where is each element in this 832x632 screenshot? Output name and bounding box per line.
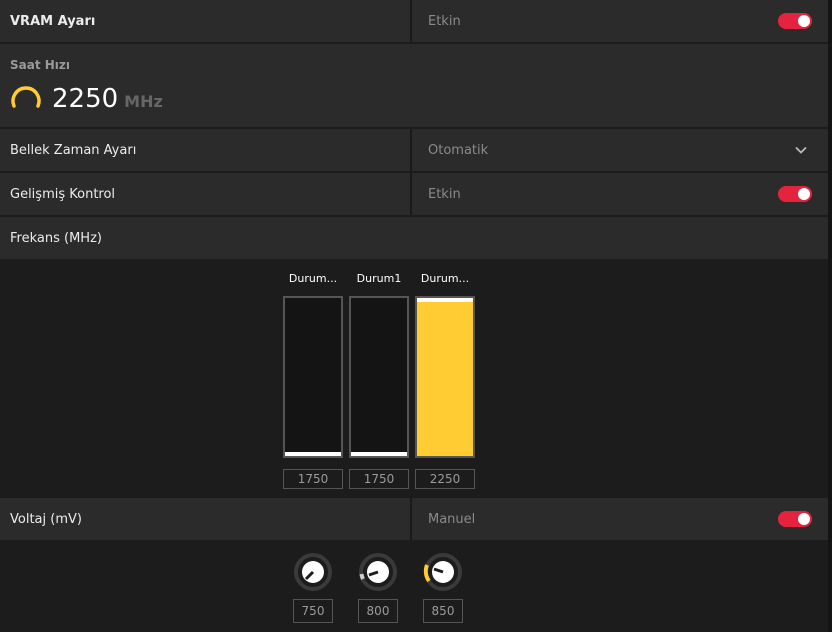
vram-state-text: Etkin <box>428 13 461 29</box>
toggle-knob <box>798 513 810 525</box>
voltage-value-input[interactable]: 800 <box>358 599 398 623</box>
memory-timing-dropdown[interactable]: Otomatik <box>412 129 828 171</box>
freq-state-name: Durum1 <box>356 272 402 285</box>
vram-row: VRAM Ayarı Etkin <box>0 0 828 42</box>
clock-unit: MHz <box>124 92 163 111</box>
advanced-toggle[interactable] <box>778 186 812 202</box>
freq-value-input[interactable]: 1750 <box>283 469 343 489</box>
freq-state-bar[interactable] <box>349 296 409 458</box>
advanced-control-row: Gelişmiş Kontrol Etkin <box>0 173 828 215</box>
advanced-control-state: Etkin <box>412 173 828 215</box>
voltage-label: Voltaj (mV) <box>10 511 82 527</box>
chevron-down-icon <box>795 146 807 154</box>
memory-timing-label: Bellek Zaman Ayarı <box>10 142 137 158</box>
clock-readout: 2250 MHz <box>52 84 163 114</box>
clock-gauge-icon <box>11 86 41 108</box>
voltage-row: Voltaj (mV) Manuel <box>0 498 828 540</box>
memory-timing-value: Otomatik <box>428 142 489 158</box>
voltage-value-input[interactable]: 850 <box>423 599 463 623</box>
freq-state-name: Durum... <box>420 272 470 285</box>
voltage-dial-knob[interactable] <box>358 552 398 592</box>
freq-bar-handle[interactable] <box>351 452 407 456</box>
clock-label: Saat Hızı <box>10 58 71 72</box>
voltage-toggle[interactable] <box>778 511 812 527</box>
voltage-dial-knob[interactable] <box>423 552 463 592</box>
advanced-control-label: Gelişmiş Kontrol <box>10 186 116 202</box>
freq-bar-handle[interactable] <box>417 298 473 302</box>
toggle-knob <box>798 188 810 200</box>
frequency-header: Frekans (MHz) <box>0 217 828 259</box>
freq-value-input[interactable]: 1750 <box>349 469 409 489</box>
freq-state-bar[interactable] <box>415 296 475 458</box>
voltage-mode-text: Manuel <box>428 511 476 527</box>
frequency-label: Frekans (MHz) <box>10 230 102 246</box>
clock-value: 2250 <box>52 84 119 114</box>
freq-state-bar[interactable] <box>283 296 343 458</box>
scrollbar[interactable] <box>828 0 832 632</box>
voltage-value-input[interactable]: 750 <box>293 599 333 623</box>
vram-toggle[interactable] <box>778 13 812 29</box>
vram-state: Etkin <box>412 0 828 42</box>
freq-bar-fill <box>417 302 473 456</box>
voltage-dial-knob[interactable] <box>293 552 333 592</box>
toggle-knob <box>798 15 810 27</box>
freq-bar-handle[interactable] <box>285 452 341 456</box>
vram-label: VRAM Ayarı <box>10 13 96 29</box>
freq-value-input[interactable]: 2250 <box>415 469 475 489</box>
voltage-mode: Manuel <box>412 498 828 540</box>
memory-timing-row: Bellek Zaman Ayarı Otomatik <box>0 129 828 171</box>
clock-panel: Saat Hızı 2250 MHz <box>0 44 828 127</box>
advanced-state-text: Etkin <box>428 186 461 202</box>
freq-state-name: Durum... <box>288 272 338 285</box>
